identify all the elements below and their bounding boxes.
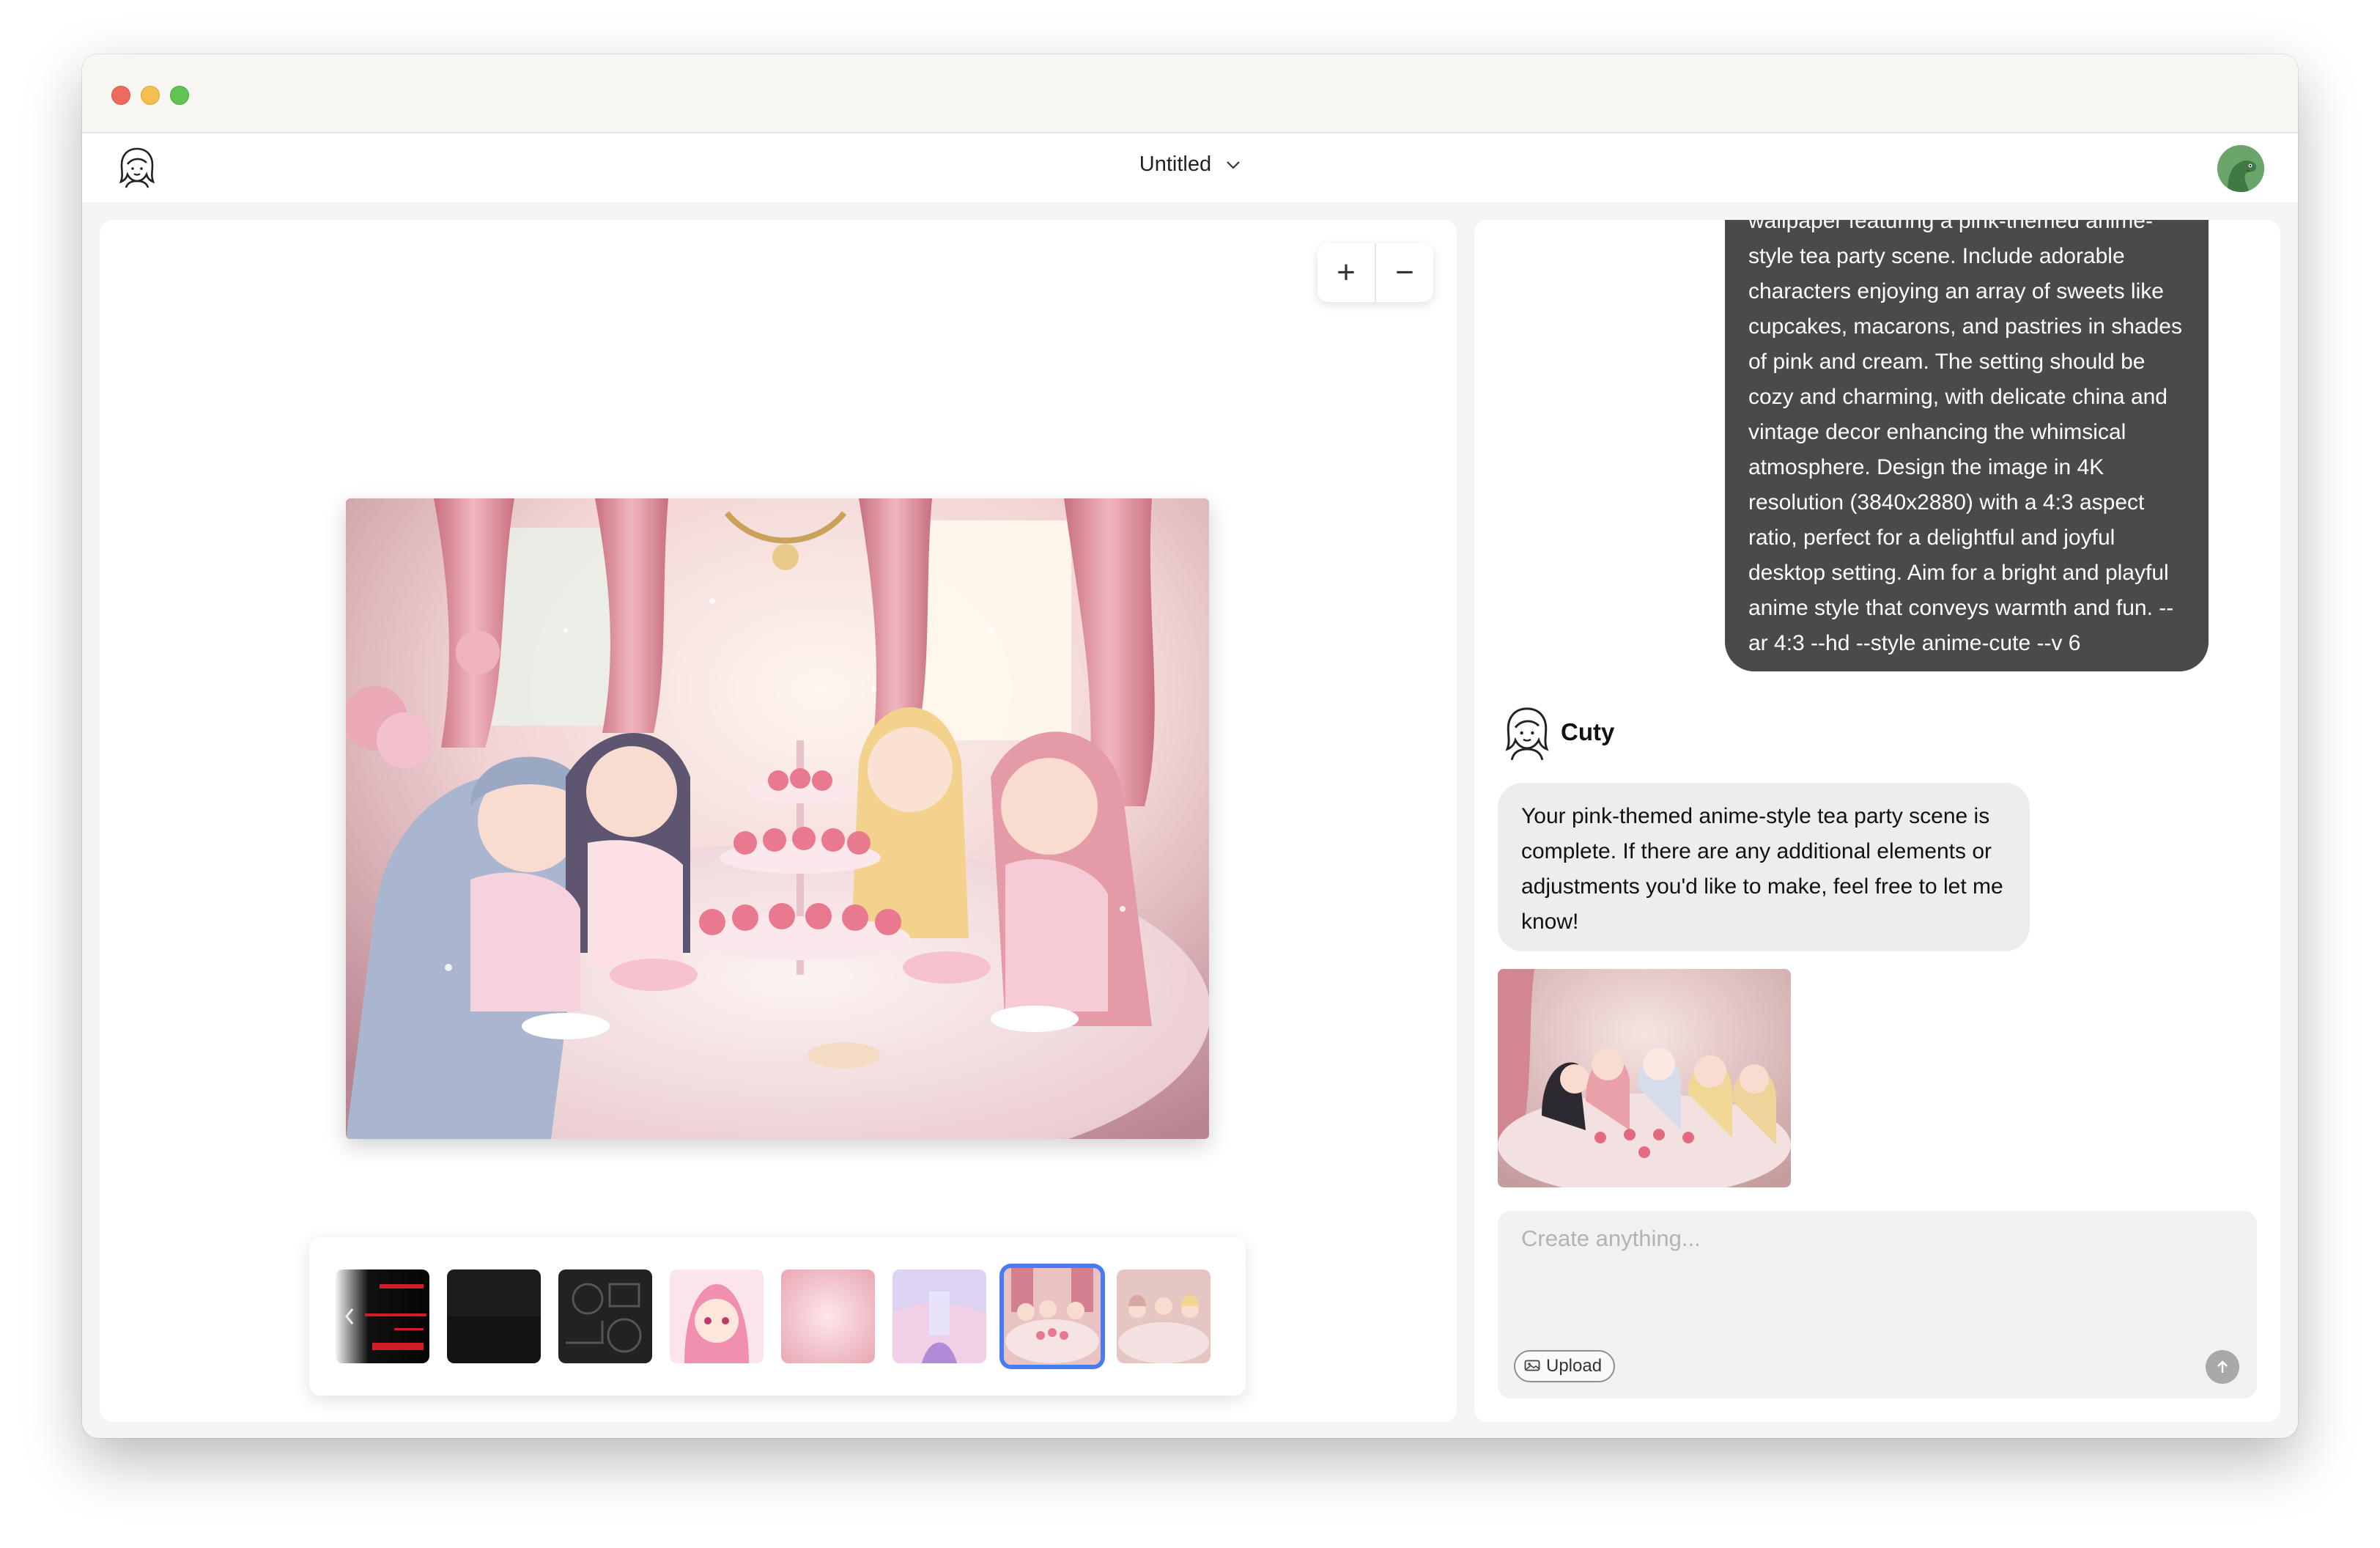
arrow-up-icon [2217, 1360, 2228, 1373]
bot-message-text: Your pink-themed anime-style tea party s… [1521, 804, 2003, 934]
bot-generated-image[interactable] [1498, 969, 1791, 1187]
main-generated-image[interactable] [346, 498, 1209, 1139]
thumb-pink-anime-girl-art [670, 1269, 764, 1363]
upload-label: Upload [1546, 1356, 1603, 1376]
user-message-text: Generate a high-resolution desktop wallp… [1748, 220, 2182, 655]
thumb-black[interactable] [447, 1269, 541, 1363]
composer: Upload [1498, 1211, 2257, 1398]
thumb-tea-party[interactable] [1004, 1268, 1101, 1365]
thumb-pink-anime-girl[interactable] [670, 1269, 764, 1363]
chevron-left-icon [345, 1308, 354, 1324]
thumb-pink-bokeh-art [781, 1269, 875, 1363]
bot-message-bubble: Your pink-themed anime-style tea party s… [1498, 783, 2030, 951]
maximize-window-button[interactable] [170, 86, 189, 105]
thumb-tea-party-alt-art [1117, 1269, 1211, 1363]
user-avatar[interactable] [2217, 145, 2264, 192]
prompt-input[interactable] [1520, 1224, 2226, 1315]
bot-name: Cuty [1561, 718, 1615, 745]
doc-title-dropdown[interactable]: Untitled [82, 152, 2298, 177]
thumbnail-strip [309, 1237, 1246, 1396]
thumb-pink-bokeh[interactable] [781, 1269, 875, 1363]
app-header: Untitled [82, 133, 2298, 202]
title-bar [82, 54, 2298, 133]
close-window-button[interactable] [111, 86, 130, 105]
bot-avatar-icon [1505, 707, 1549, 761]
chat-panel: Generate a high-resolution desktop wallp… [1474, 220, 2280, 1422]
zoom-in-button[interactable]: + [1318, 243, 1375, 302]
doc-title-label: Untitled [1139, 152, 1212, 176]
zoom-controls: + − [1318, 243, 1433, 302]
minimize-window-button[interactable] [141, 86, 160, 105]
thumb-tea-party-alt[interactable] [1117, 1269, 1211, 1363]
send-button[interactable] [2206, 1350, 2239, 1384]
dinosaur-avatar-icon [2217, 145, 2264, 192]
user-message-bubble: Generate a high-resolution desktop wallp… [1725, 220, 2209, 671]
thumb-pastel-castle-art [892, 1269, 986, 1363]
bot-header: Cuty [1499, 704, 1792, 762]
thumb-tea-party-art [1004, 1268, 1101, 1365]
strip-scroll-left-button[interactable] [334, 1269, 365, 1363]
thumb-dark-circuit[interactable] [558, 1269, 652, 1363]
upload-button[interactable]: Upload [1514, 1350, 1616, 1382]
chevron-down-icon [1227, 161, 1240, 169]
tea-party-illustration [346, 498, 1209, 1139]
thumb-dark-circuit-art [558, 1269, 652, 1363]
thumb-pastel-castle[interactable] [892, 1269, 986, 1363]
image-upload-icon [1524, 1360, 1540, 1371]
canvas-panel: + − [100, 220, 1457, 1422]
bot-tea-party-art [1498, 969, 1791, 1187]
thumb-black-art [447, 1269, 541, 1363]
zoom-out-button[interactable]: − [1376, 243, 1433, 302]
app-window: Untitled + − wallpaper featuring a pink-… [82, 54, 2298, 1438]
